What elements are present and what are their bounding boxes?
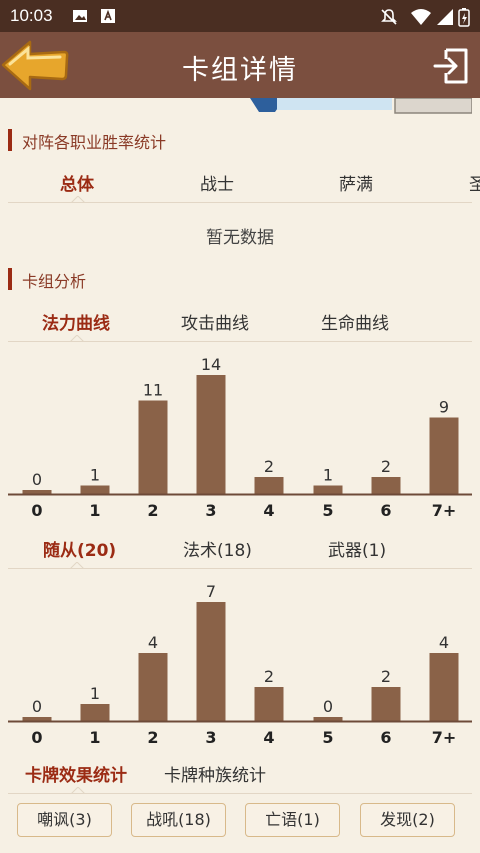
battery-icon bbox=[458, 8, 470, 27]
chart-data-label: 4 bbox=[148, 633, 158, 652]
minion-curve-chart: 0 0 1 1 4 2 7 3 2 4 0 5 2 6 4 7+ bbox=[8, 582, 472, 747]
tab-attack-curve[interactable]: 攻击曲线 bbox=[181, 309, 249, 334]
chart-bar bbox=[254, 477, 284, 494]
chart-data-label: 9 bbox=[439, 398, 449, 417]
chart-data-label: 1 bbox=[90, 466, 100, 485]
section-marker bbox=[8, 268, 12, 290]
deck-banner-graphic bbox=[250, 98, 472, 114]
chart-tick-label: 0 bbox=[31, 728, 42, 747]
chart-data-label: 2 bbox=[264, 667, 274, 686]
chart-bar bbox=[22, 490, 52, 494]
chart-tick-label: 6 bbox=[380, 501, 391, 520]
chart-bar bbox=[429, 417, 459, 494]
effect-taunt-button[interactable]: 嘲讽(3) bbox=[17, 803, 112, 837]
chart-tick-label: 7+ bbox=[432, 728, 457, 747]
chart-bar bbox=[429, 653, 459, 721]
tab-shaman[interactable]: 萨满 bbox=[339, 170, 373, 195]
chart-tick-label: 5 bbox=[322, 501, 333, 520]
tab-card-races[interactable]: 卡牌种族统计 bbox=[164, 761, 266, 786]
chart-data-label: 11 bbox=[143, 381, 163, 400]
chart-bar bbox=[80, 485, 110, 494]
mana-curve-chart: 001111214324152697+ bbox=[8, 355, 472, 520]
wifi-icon bbox=[411, 9, 431, 25]
chart-tick-label: 3 bbox=[205, 728, 216, 747]
tab-divider bbox=[8, 793, 472, 794]
tab-divider bbox=[8, 202, 472, 203]
cell-signal-icon bbox=[437, 9, 453, 25]
image-notification-icon bbox=[73, 10, 87, 22]
app-header: 卡组详情 bbox=[0, 32, 480, 98]
chart-bar bbox=[313, 717, 343, 721]
tab-mana-curve[interactable]: 法力曲线 bbox=[42, 309, 110, 334]
chart-tick-label: 0 bbox=[31, 501, 42, 520]
chart-bar bbox=[196, 602, 226, 721]
chart-tick-label: 7+ bbox=[432, 501, 457, 520]
effect-discover-button[interactable]: 发现(2) bbox=[360, 803, 455, 837]
chart-bar bbox=[313, 485, 343, 494]
chart-data-label: 2 bbox=[264, 457, 274, 476]
winrate-section-title: 对阵各职业胜率统计 bbox=[22, 133, 167, 152]
empty-state-text: 暂无数据 bbox=[206, 228, 274, 248]
effect-battlecry-button[interactable]: 战吼(18) bbox=[131, 803, 226, 837]
tab-overall[interactable]: 总体 bbox=[60, 170, 94, 195]
tab-overflow-clip: 圣 bbox=[469, 170, 480, 194]
chart-data-label: 4 bbox=[439, 633, 449, 652]
chart-bar bbox=[22, 717, 52, 721]
tab-spells[interactable]: 法术(18) bbox=[183, 536, 252, 561]
chart-tick-label: 2 bbox=[147, 728, 158, 747]
chart-tick-label: 2 bbox=[147, 501, 158, 520]
tab-divider bbox=[8, 341, 472, 342]
tab-divider bbox=[8, 568, 472, 569]
exit-button[interactable] bbox=[432, 44, 472, 88]
chart-data-label: 1 bbox=[90, 684, 100, 703]
chart-data-label: 2 bbox=[381, 667, 391, 686]
chart-data-label: 0 bbox=[32, 470, 42, 489]
tab-health-curve[interactable]: 生命曲线 bbox=[321, 309, 389, 334]
section-marker bbox=[8, 129, 12, 151]
chart-data-label: 0 bbox=[323, 697, 333, 716]
chart-tick-label: 4 bbox=[263, 501, 274, 520]
chart-bar bbox=[371, 687, 401, 721]
chart-bar bbox=[138, 653, 168, 721]
analysis-section-title: 卡组分析 bbox=[22, 272, 87, 291]
tab-paladin[interactable]: 圣 bbox=[469, 170, 480, 194]
tab-card-effects[interactable]: 卡牌效果统计 bbox=[25, 761, 127, 786]
chart-tick-label: 3 bbox=[205, 501, 216, 520]
chart-data-label: 2 bbox=[381, 457, 391, 476]
tab-minions[interactable]: 随从(20) bbox=[43, 536, 116, 561]
chart-tick-label: 1 bbox=[89, 728, 100, 747]
mute-bell-icon bbox=[381, 9, 397, 25]
chart-bar bbox=[80, 704, 110, 721]
chart-bar bbox=[254, 687, 284, 721]
chart-data-label: 14 bbox=[201, 355, 221, 374]
chart-bar bbox=[371, 477, 401, 494]
page-title: 卡组详情 bbox=[182, 55, 298, 86]
chart-bar bbox=[138, 400, 168, 494]
chart-bar bbox=[196, 375, 226, 494]
deck-banner-peek bbox=[245, 98, 472, 114]
exit-icon bbox=[433, 48, 468, 84]
chart-tick-label: 1 bbox=[89, 501, 100, 520]
chart-tick-label: 5 bbox=[322, 728, 333, 747]
app-notification-icon bbox=[101, 9, 115, 23]
status-time: 10:03 bbox=[10, 6, 53, 25]
chart-data-label: 7 bbox=[206, 582, 216, 601]
tab-weapons[interactable]: 武器(1) bbox=[328, 536, 386, 561]
chart-tick-label: 4 bbox=[263, 728, 274, 747]
chart-data-label: 0 bbox=[32, 697, 42, 716]
chart-data-label: 1 bbox=[323, 466, 333, 485]
tab-warrior[interactable]: 战士 bbox=[200, 170, 234, 195]
chart-tick-label: 6 bbox=[380, 728, 391, 747]
status-bar: 10:03 bbox=[0, 0, 480, 32]
effect-deathrattle-button[interactable]: 亡语(1) bbox=[245, 803, 340, 837]
